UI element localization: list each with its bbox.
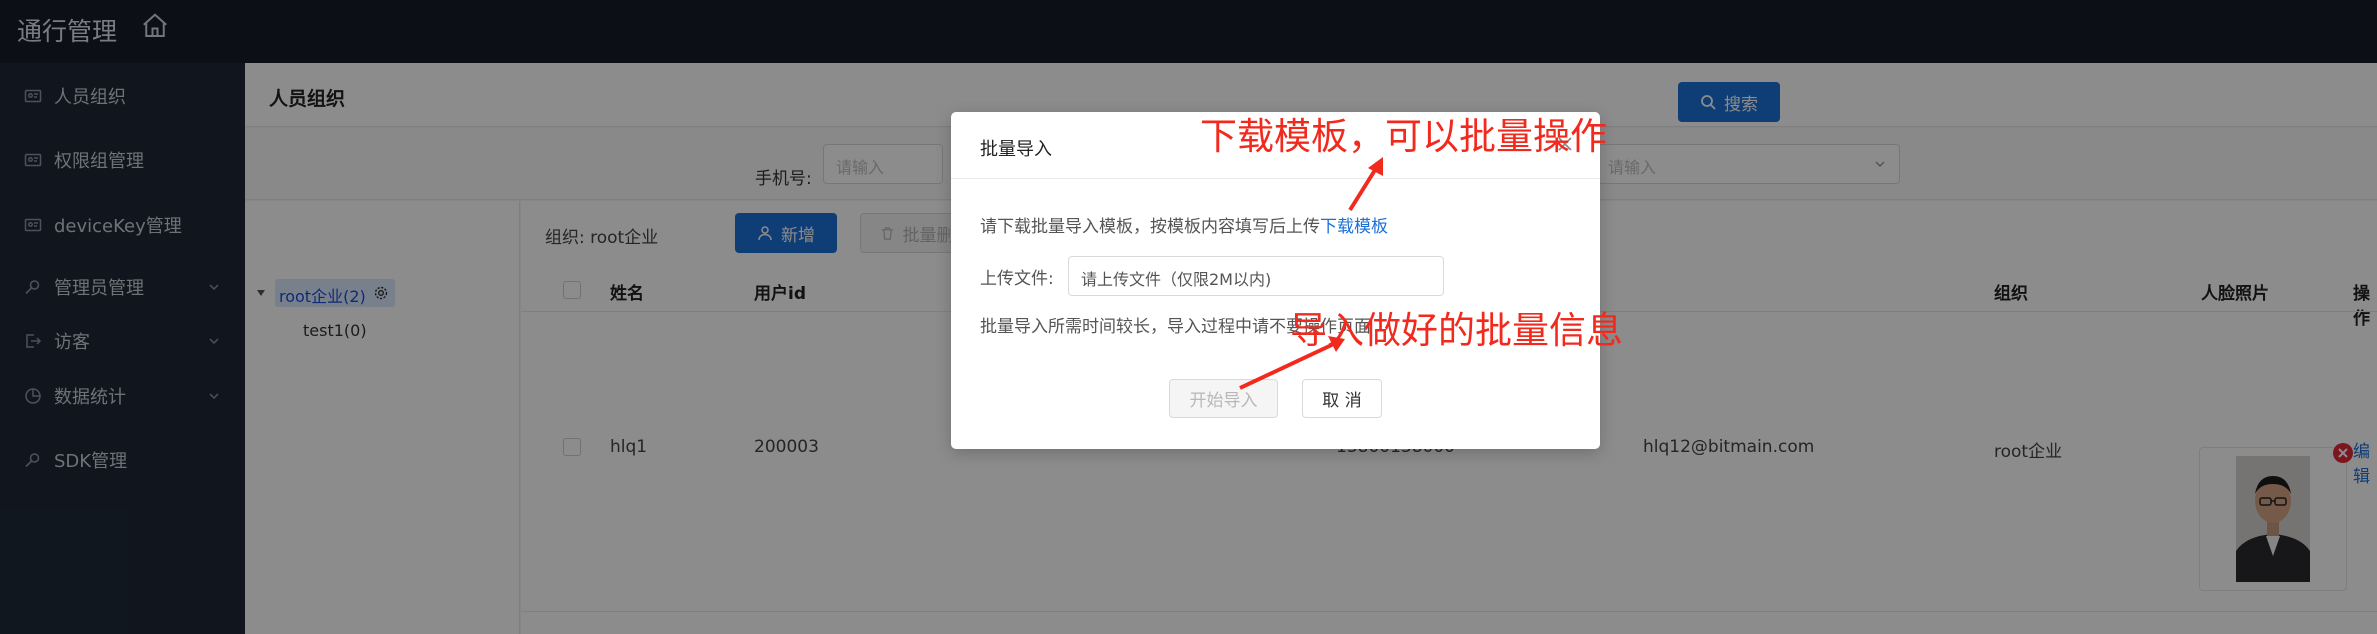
annotation-import-info: 导入做好的批量信息 xyxy=(1290,309,1623,352)
annotation-arrows xyxy=(1239,157,1383,390)
annotation-download-template: 下载模板，可以批量操作 xyxy=(1200,115,1607,158)
